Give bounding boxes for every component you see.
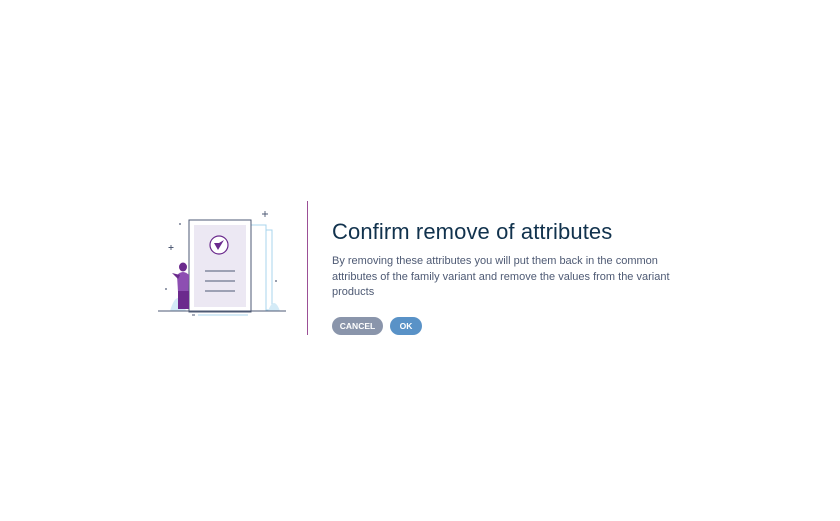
ok-button[interactable]: OK xyxy=(390,317,422,335)
confirm-dialog: Confirm remove of attributes By removing… xyxy=(0,0,840,521)
dialog-actions: CANCEL OK xyxy=(332,317,422,335)
cancel-button[interactable]: CANCEL xyxy=(332,317,383,335)
dialog-description: By removing these attributes you will pu… xyxy=(332,255,670,298)
document-illustration-icon xyxy=(158,211,286,316)
vertical-divider xyxy=(307,201,308,335)
dialog-title: Confirm remove of attributes xyxy=(332,219,613,244)
